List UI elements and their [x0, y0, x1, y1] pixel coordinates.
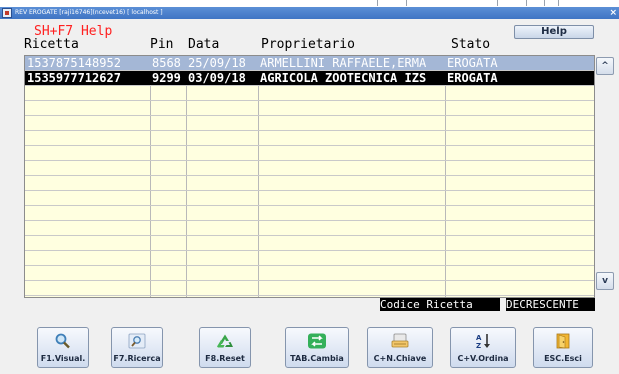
table-row-empty[interactable]	[25, 206, 594, 221]
close-icon[interactable]: ×	[609, 7, 617, 19]
cell-stato: EROGATA	[447, 56, 498, 70]
sort-field-label: Codice Ricetta	[380, 298, 500, 311]
results-table[interactable]: 1537875148952 8568 25/09/18 ARMELLINI RA…	[24, 55, 595, 298]
cell-stato: EROGATA	[447, 71, 498, 85]
switch-button-label: TAB.Cambia	[290, 354, 344, 363]
cell-pin: 8568	[152, 56, 181, 70]
svg-text:A: A	[476, 334, 482, 342]
exit-button-label: ESC.Esci	[544, 354, 582, 363]
table-row-empty[interactable]	[25, 146, 594, 161]
column-header-stato[interactable]: Stato	[451, 38, 490, 52]
search-icon	[128, 333, 146, 349]
top-strip	[0, 0, 619, 7]
reset-button[interactable]: F8.Reset	[199, 327, 251, 368]
app-icon	[2, 8, 12, 18]
column-header-pin[interactable]: Pin	[150, 38, 173, 52]
table-row-empty[interactable]	[25, 281, 594, 296]
exit-button[interactable]: ESC.Esci	[533, 327, 593, 368]
table-row-empty[interactable]	[25, 101, 594, 116]
column-header-ricetta[interactable]: Ricetta	[24, 38, 79, 52]
visual-button-label: F1.Visual.	[40, 354, 86, 363]
cell-pin: 9299	[152, 71, 181, 85]
column-header-data[interactable]: Data	[188, 38, 219, 52]
table-row-empty[interactable]	[25, 251, 594, 266]
window-title: REV EROGATE [raji16746](ncevet16) [ loca…	[15, 9, 163, 16]
cell-ricetta: 1537875148952	[27, 56, 121, 70]
scroll-up-button[interactable]: ^	[596, 57, 614, 75]
sort-button[interactable]: A Z C+V.Ordina	[450, 327, 516, 368]
window-titlebar[interactable]: REV EROGATE [raji16746](ncevet16) [ loca…	[0, 7, 619, 19]
reset-button-label: F8.Reset	[205, 354, 245, 363]
table-row-empty[interactable]	[25, 131, 594, 146]
cell-ricetta: 1535977712627	[27, 71, 121, 85]
scroll-down-button[interactable]: v	[596, 272, 614, 290]
keyboard-icon	[391, 333, 409, 348]
help-button[interactable]: Help	[514, 25, 594, 39]
search-button-label: F7.Ricerca	[113, 354, 161, 363]
switch-icon	[308, 333, 326, 349]
key-button[interactable]: C+N.Chiave	[367, 327, 433, 368]
sort-button-label: C+V.Ordina	[457, 354, 509, 363]
svg-text:Z: Z	[476, 342, 481, 349]
search-button[interactable]: F7.Ricerca	[111, 327, 163, 368]
sort-az-icon: A Z	[476, 334, 490, 349]
table-row-empty[interactable]	[25, 191, 594, 206]
visual-button[interactable]: F1.Visual.	[37, 327, 89, 368]
cell-data: 03/09/18	[188, 71, 246, 85]
cell-proprietario: ARMELLINI RAFFAELE,ERMA	[260, 56, 427, 70]
recycle-icon	[217, 334, 233, 348]
switch-button[interactable]: TAB.Cambia	[285, 327, 349, 368]
key-button-label: C+N.Chiave	[373, 354, 427, 363]
table-row-empty[interactable]	[25, 86, 594, 101]
cell-proprietario: AGRICOLA ZOOTECNICA IZS	[260, 71, 427, 85]
table-row-empty[interactable]	[25, 221, 594, 236]
exit-door-icon	[556, 333, 570, 349]
table-row-empty[interactable]	[25, 236, 594, 251]
table-row-empty[interactable]	[25, 116, 594, 131]
table-row-empty[interactable]	[25, 176, 594, 191]
table-row-empty[interactable]	[25, 266, 594, 281]
cell-data: 25/09/18	[188, 56, 246, 70]
column-header-proprietario[interactable]: Proprietario	[261, 38, 355, 52]
magnifier-icon	[55, 333, 70, 349]
sort-direction-label: DECRESCENTE	[506, 298, 595, 311]
table-row[interactable]: 1537875148952 8568 25/09/18 ARMELLINI RA…	[25, 56, 594, 71]
table-row[interactable]: 1535977712627 9299 03/09/18 AGRICOLA ZOO…	[25, 71, 594, 86]
table-row-empty[interactable]	[25, 161, 594, 176]
